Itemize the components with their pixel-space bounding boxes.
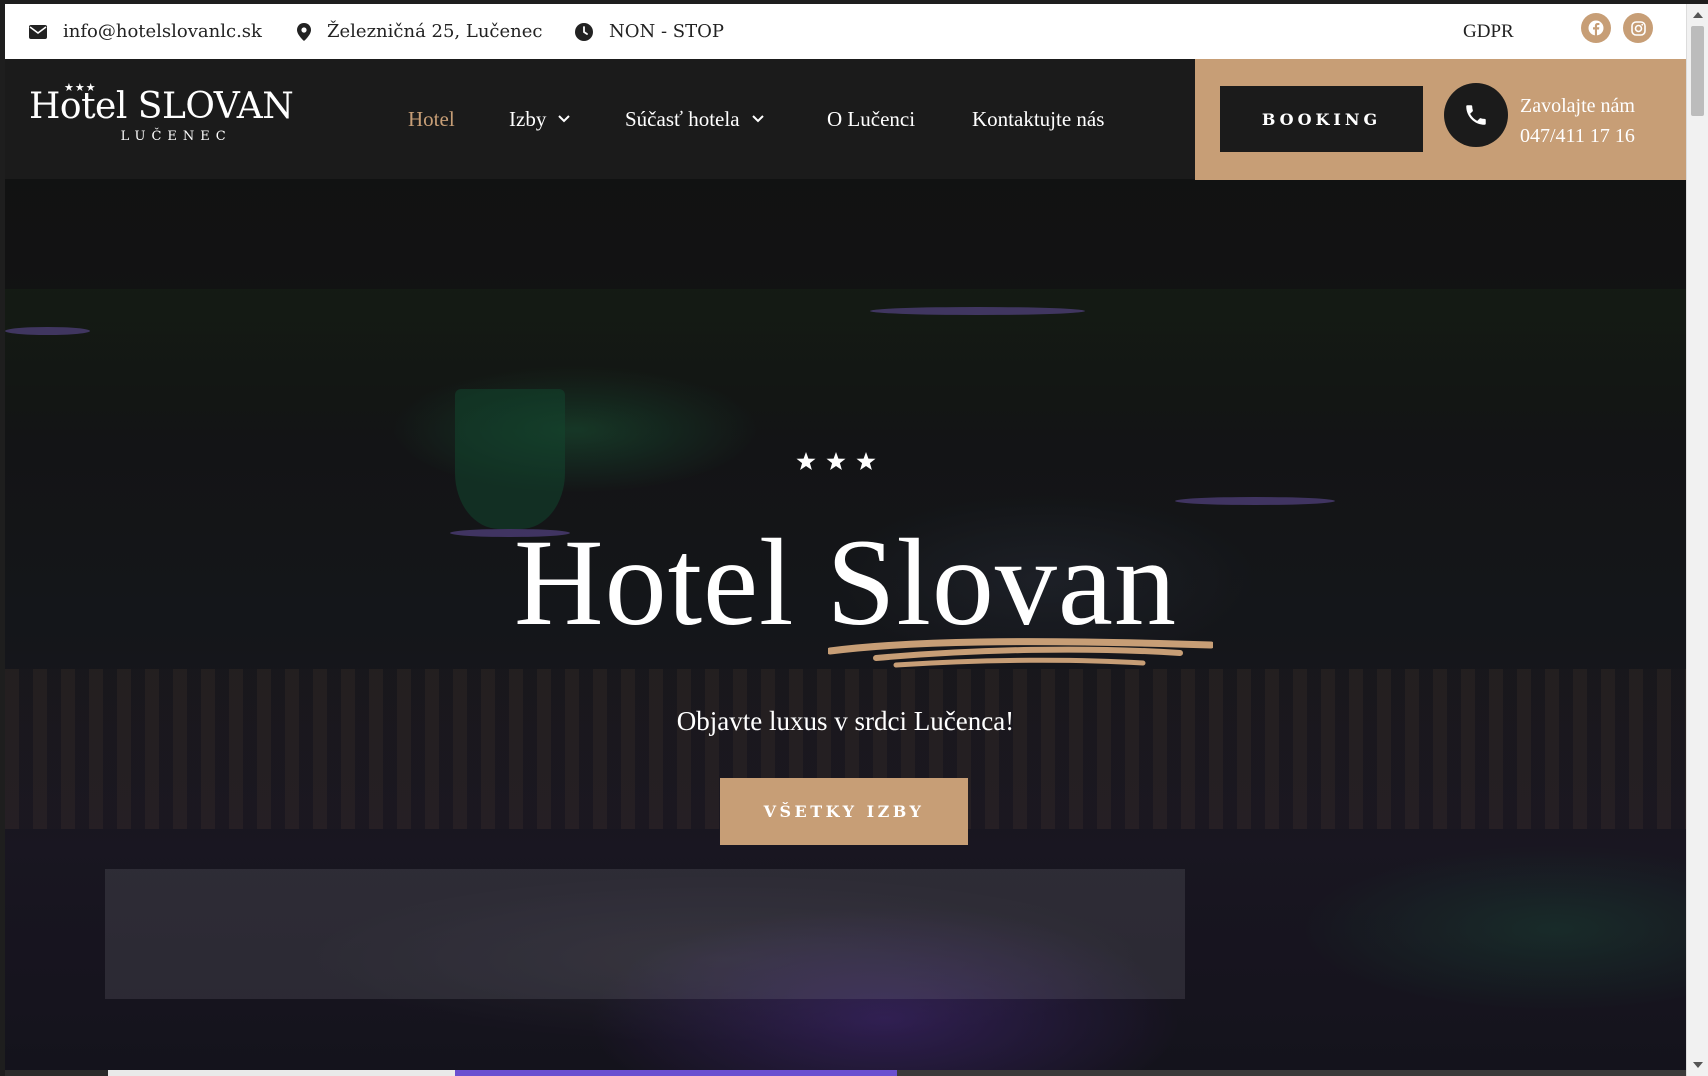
scrollbar-thumb[interactable]	[1691, 26, 1704, 116]
hero-title: Hotel Slovan	[514, 514, 1177, 651]
hero-subtitle: Objavte luxus v srdci Lučenca!	[676, 706, 1015, 736]
hero-title-wrap: Hotel Slovan	[5, 0, 1686, 700]
bottom-edge-strip	[108, 1070, 1686, 1076]
scroll-down-icon[interactable]	[1693, 1062, 1703, 1068]
page-scrollbar[interactable]	[1686, 4, 1708, 1076]
all-rooms-button[interactable]: VŠETKY IZBY	[720, 778, 968, 845]
scroll-up-icon[interactable]	[1693, 12, 1703, 18]
